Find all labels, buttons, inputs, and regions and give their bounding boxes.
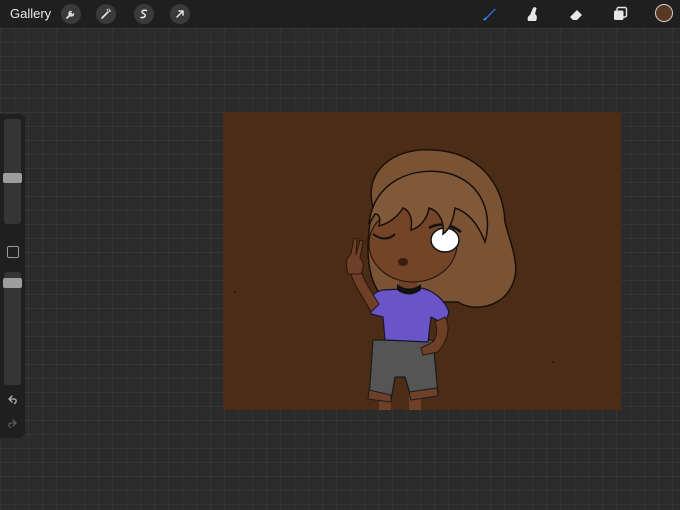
opacity-slider[interactable] xyxy=(4,272,21,385)
wrench-icon xyxy=(66,10,75,19)
brush-size-slider[interactable] xyxy=(4,119,21,224)
left-sidebar xyxy=(0,114,25,438)
undo-icon[interactable] xyxy=(6,394,19,407)
layers-icon xyxy=(614,6,628,20)
top-toolbar: Gallery xyxy=(0,0,680,28)
eraser-button[interactable] xyxy=(566,4,586,24)
selection-icon xyxy=(140,9,148,19)
brush-button[interactable] xyxy=(479,4,499,24)
color-button[interactable] xyxy=(655,4,673,22)
opacity-handle[interactable] xyxy=(3,278,22,288)
modify-button[interactable] xyxy=(7,246,19,258)
smudge-icon xyxy=(527,7,537,21)
smudge-button[interactable] xyxy=(523,4,543,24)
gallery-button[interactable]: Gallery xyxy=(10,6,51,21)
eraser-icon xyxy=(570,10,582,20)
drawing-canvas[interactable] xyxy=(223,112,621,410)
brush-icon xyxy=(483,8,496,21)
magic-wand-icon xyxy=(101,8,112,19)
actions-button[interactable] xyxy=(61,4,81,24)
adjustments-button[interactable] xyxy=(96,4,116,24)
chibi-character-drawing xyxy=(234,149,554,410)
transform-arrow-icon xyxy=(176,10,184,18)
redo-icon[interactable] xyxy=(6,418,19,431)
transform-button[interactable] xyxy=(170,4,190,24)
layers-button[interactable] xyxy=(610,4,630,24)
brush-size-handle[interactable] xyxy=(3,173,22,183)
selection-button[interactable] xyxy=(134,4,154,24)
